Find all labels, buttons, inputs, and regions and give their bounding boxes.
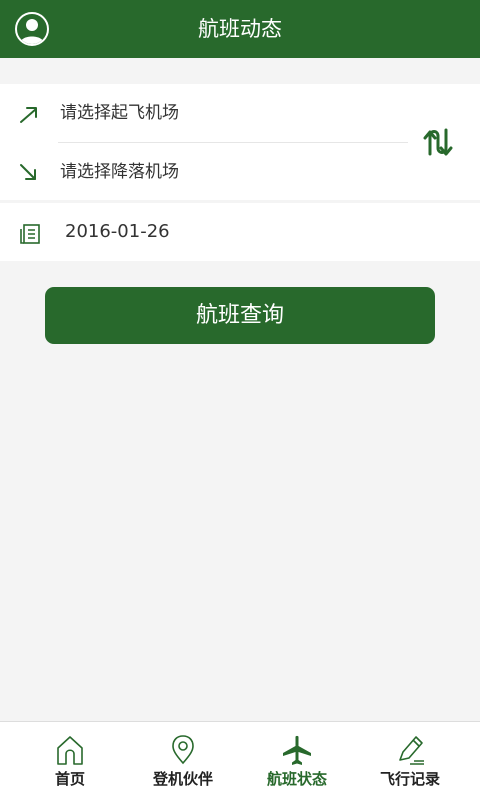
tab-flight-records-label: 飞行记录 xyxy=(379,770,440,788)
selected-date: 2016-01-26 xyxy=(65,221,170,242)
swap-icon xyxy=(423,128,453,156)
flight-query-button[interactable]: 航班查询 xyxy=(45,287,435,344)
tab-flight-records[interactable]: 飞行记录 xyxy=(350,722,470,800)
home-icon xyxy=(57,736,83,765)
date-field[interactable]: 2016-01-26 xyxy=(0,203,480,261)
airplane-icon xyxy=(283,735,311,765)
tab-boarding-partner-label: 登机伙伴 xyxy=(152,770,213,788)
location-pin-icon xyxy=(172,735,194,765)
tab-flight-status-label: 航班状态 xyxy=(266,770,327,788)
departure-airport-placeholder: 请选择起飞机场 xyxy=(60,103,179,123)
bottom-tab-bar: 首页 登机伙伴 航班状态 飞行记录 xyxy=(0,721,480,800)
swap-airports-button[interactable] xyxy=(420,124,456,160)
tab-boarding-partner[interactable]: 登机伙伴 xyxy=(123,722,243,800)
tab-home[interactable]: 首页 xyxy=(10,722,130,800)
route-card: 请选择起飞机场 请选择降落机场 xyxy=(0,84,480,200)
arrival-airport-placeholder: 请选择降落机场 xyxy=(60,162,179,182)
pencil-icon xyxy=(399,736,424,765)
landing-arrow-icon xyxy=(20,164,36,180)
tab-home-label: 首页 xyxy=(54,770,85,788)
arrival-airport-field[interactable]: 请选择降落机场 xyxy=(0,143,410,201)
tab-flight-status[interactable]: 航班状态 xyxy=(237,722,357,800)
app-header: 航班动态 xyxy=(0,0,480,58)
page-title: 航班动态 xyxy=(198,17,282,41)
calendar-icon xyxy=(20,224,40,244)
departure-airport-field[interactable]: 请选择起飞机场 xyxy=(0,84,410,142)
takeoff-arrow-icon xyxy=(20,107,37,123)
